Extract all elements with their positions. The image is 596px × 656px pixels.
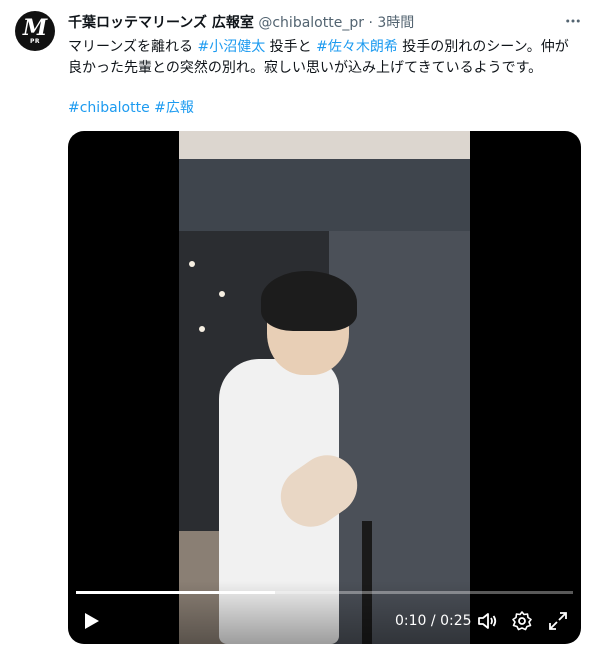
- current-time: 0:10: [395, 613, 427, 629]
- video-scene-ceiling: [179, 131, 470, 159]
- video-scrubber[interactable]: [76, 591, 573, 594]
- video-person-hair: [261, 271, 357, 331]
- video-player[interactable]: 0:10 / 0:25: [68, 131, 581, 644]
- tweet-header: 千葉ロッテマリーンズ 広報室 @chibalotte_pr · 3時間: [68, 12, 414, 32]
- hashtag-link[interactable]: #佐々木朗希: [316, 39, 398, 55]
- tweet-text-part: 投手と: [265, 39, 317, 55]
- video-progress: [76, 591, 275, 594]
- video-time: 0:10 / 0:25: [395, 613, 472, 629]
- timestamp[interactable]: 3時間: [377, 15, 414, 31]
- avatar[interactable]: M PR: [15, 11, 55, 51]
- avatar-logo-sub: PR: [29, 37, 41, 45]
- settings-icon[interactable]: [511, 610, 533, 632]
- hashtag-link[interactable]: #chibalotte: [68, 100, 150, 116]
- tweet-text: マリーンズを離れる #小沼健太 投手と #佐々木朗希 投手の別れのシーン。仲が良…: [68, 37, 578, 78]
- hashtag-link[interactable]: #小沼健太: [197, 39, 265, 55]
- fullscreen-icon[interactable]: [547, 610, 569, 632]
- more-icon[interactable]: [563, 11, 583, 31]
- play-icon[interactable]: [80, 610, 102, 632]
- duration: 0:25: [440, 613, 472, 629]
- avatar-logo-letter: M: [22, 14, 48, 41]
- handle[interactable]: @chibalotte_pr: [258, 15, 364, 31]
- tweet-text-part: マリーンズを離れる: [68, 39, 198, 55]
- hashtag-row: #chibalotte #広報: [68, 97, 194, 117]
- volume-icon[interactable]: [476, 610, 498, 632]
- display-name[interactable]: 千葉ロッテマリーンズ 広報室: [68, 15, 254, 31]
- video-frame[interactable]: [179, 131, 470, 644]
- hashtag-link[interactable]: #広報: [154, 100, 194, 116]
- time-separator: /: [430, 613, 436, 629]
- separator-dot: ·: [368, 15, 373, 31]
